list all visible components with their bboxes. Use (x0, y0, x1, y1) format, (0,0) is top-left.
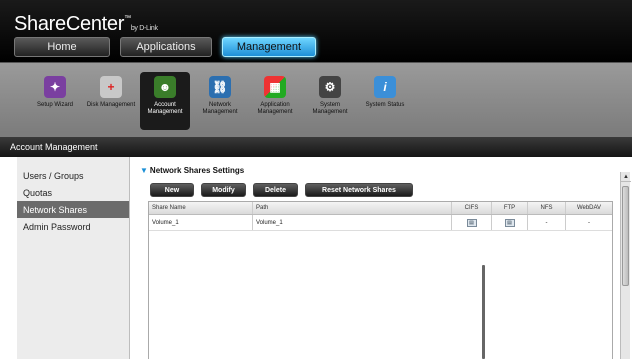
brand-name: ShareCenter (14, 13, 125, 35)
left-margin (0, 157, 17, 359)
nav-applications-button[interactable]: Applications (120, 37, 212, 57)
collapse-triangle-icon[interactable]: ▼ (140, 166, 148, 175)
action-buttons: New Modify Delete Reset Network Shares (150, 183, 413, 197)
toolbar-application-management[interactable]: ▦ Application Management (250, 72, 300, 130)
table-scrollbar[interactable] (482, 265, 485, 359)
delete-button[interactable]: Delete (253, 183, 298, 197)
nav-home-button[interactable]: Home (14, 37, 110, 57)
account-icon: ☻ (154, 76, 176, 98)
new-button[interactable]: New (150, 183, 194, 197)
column-header-webdav[interactable]: WebDAV (566, 202, 612, 214)
reset-network-shares-button[interactable]: Reset Network Shares (305, 183, 413, 197)
toolbar-label: Network Management (202, 102, 238, 115)
ftp-settings-icon[interactable]: ▤ (504, 218, 515, 227)
column-header-path[interactable]: Path (253, 202, 452, 214)
sidebar-item-network-shares[interactable]: Network Shares (17, 201, 129, 218)
modify-button[interactable]: Modify (201, 183, 246, 197)
main-content: ▼ Network Shares Settings New Modify Del… (130, 157, 632, 359)
page-scrollbar[interactable]: ▲ (620, 172, 631, 359)
cell-nfs: - (528, 215, 566, 230)
brand-by: by D-Link (130, 25, 158, 32)
nav-management-button[interactable]: Management (222, 37, 316, 57)
column-header-ftp[interactable]: FTP (492, 202, 528, 214)
brand-logo: ShareCenter™ by D-Link (14, 13, 158, 36)
cell-cifs: ▤ (452, 215, 492, 230)
header: ShareCenter™ by D-Link Home Applications … (0, 0, 632, 62)
system-icon: ⚙ (319, 76, 341, 98)
cifs-settings-icon[interactable]: ▤ (466, 218, 477, 227)
scroll-up-icon[interactable]: ▲ (621, 172, 631, 182)
table-row[interactable]: Volume_1 Volume_1 ▤ ▤ - - (149, 215, 612, 231)
scroll-thumb[interactable] (622, 186, 629, 286)
column-header-share-name[interactable]: Share Name (149, 202, 253, 214)
application-icon: ▦ (264, 76, 286, 98)
column-header-cifs[interactable]: CIFS (452, 202, 492, 214)
toolbar-disk-management[interactable]: + Disk Management (86, 72, 136, 130)
sidebar-item-admin-password[interactable]: Admin Password (17, 218, 129, 235)
disk-icon: + (100, 76, 122, 98)
top-nav: Home Applications Management (14, 37, 316, 57)
toolbar-network-management[interactable]: ⛓ Network Management (195, 72, 245, 130)
column-header-nfs[interactable]: NFS (528, 202, 566, 214)
section-title-bar: Account Management (0, 137, 632, 157)
network-shares-title-text: Network Shares Settings (149, 166, 245, 175)
toolbar-label: Application Management (257, 102, 293, 115)
toolbar-label: Setup Wizard (36, 102, 73, 108)
sidebar-item-users-groups[interactable]: Users / Groups (17, 167, 129, 184)
toolbar-system-status[interactable]: i System Status (360, 72, 410, 130)
toolbar-label: Disk Management (86, 102, 136, 108)
toolbar-setup-wizard[interactable]: ✦ Setup Wizard (30, 72, 80, 130)
brand-tm: ™ (124, 15, 131, 22)
toolbar-label: System Status (365, 102, 405, 108)
network-shares-title[interactable]: ▼ Network Shares Settings (140, 166, 244, 175)
page: ShareCenter™ by D-Link Home Applications … (0, 0, 632, 359)
wizard-icon: ✦ (44, 76, 66, 98)
cell-webdav: - (588, 219, 590, 226)
network-icon: ⛓ (209, 76, 231, 98)
cell-ftp: ▤ (492, 215, 528, 230)
toolbar-label: System Management (312, 102, 348, 115)
cell-share-name: Volume_1 (149, 215, 253, 230)
cell-path: Volume_1 (253, 215, 452, 230)
sidebar-item-quotas[interactable]: Quotas (17, 184, 129, 201)
toolbar-account-management[interactable]: ☻ Account Management (140, 72, 190, 130)
toolbar-label: Account Management (147, 102, 183, 115)
toolbar-system-management[interactable]: ⚙ System Management (305, 72, 355, 130)
management-toolbar: ✦ Setup Wizard + Disk Management ☻ Accou… (0, 62, 632, 132)
table-header: Share Name Path CIFS FTP NFS WebDAV (149, 202, 612, 215)
shares-table: Share Name Path CIFS FTP NFS WebDAV Volu… (148, 201, 613, 359)
sidebar: Users / Groups Quotas Network Shares Adm… (17, 157, 130, 359)
section-title: Account Management (10, 142, 98, 152)
info-icon: i (374, 76, 396, 98)
